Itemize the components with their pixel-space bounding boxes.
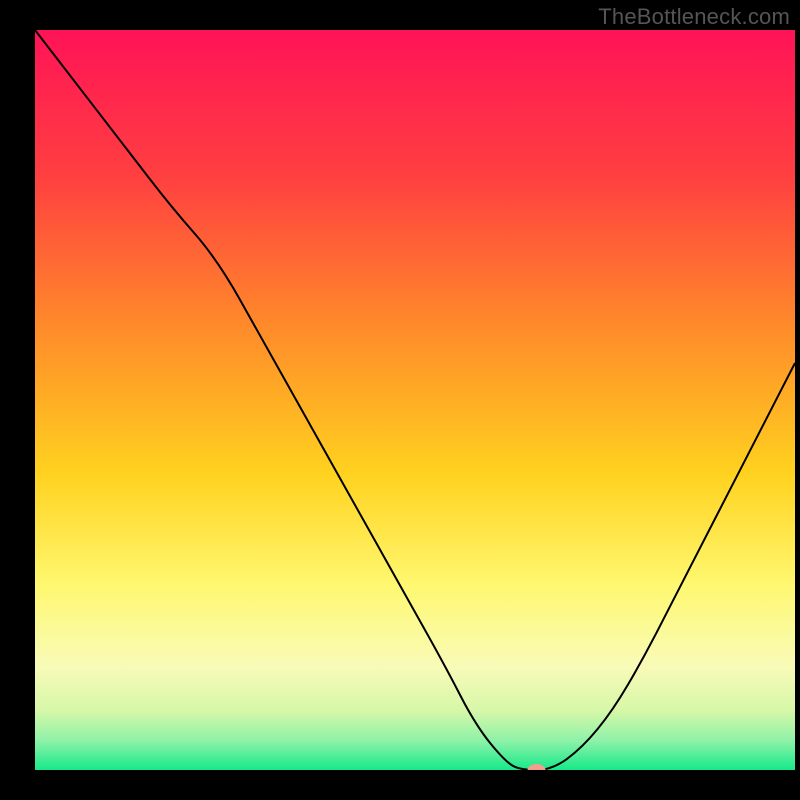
plot-background: [35, 30, 795, 770]
watermark-text: TheBottleneck.com: [598, 4, 790, 30]
chart-frame: TheBottleneck.com: [0, 0, 800, 800]
optimal-marker: [528, 764, 546, 776]
bottleneck-chart: [0, 0, 800, 800]
